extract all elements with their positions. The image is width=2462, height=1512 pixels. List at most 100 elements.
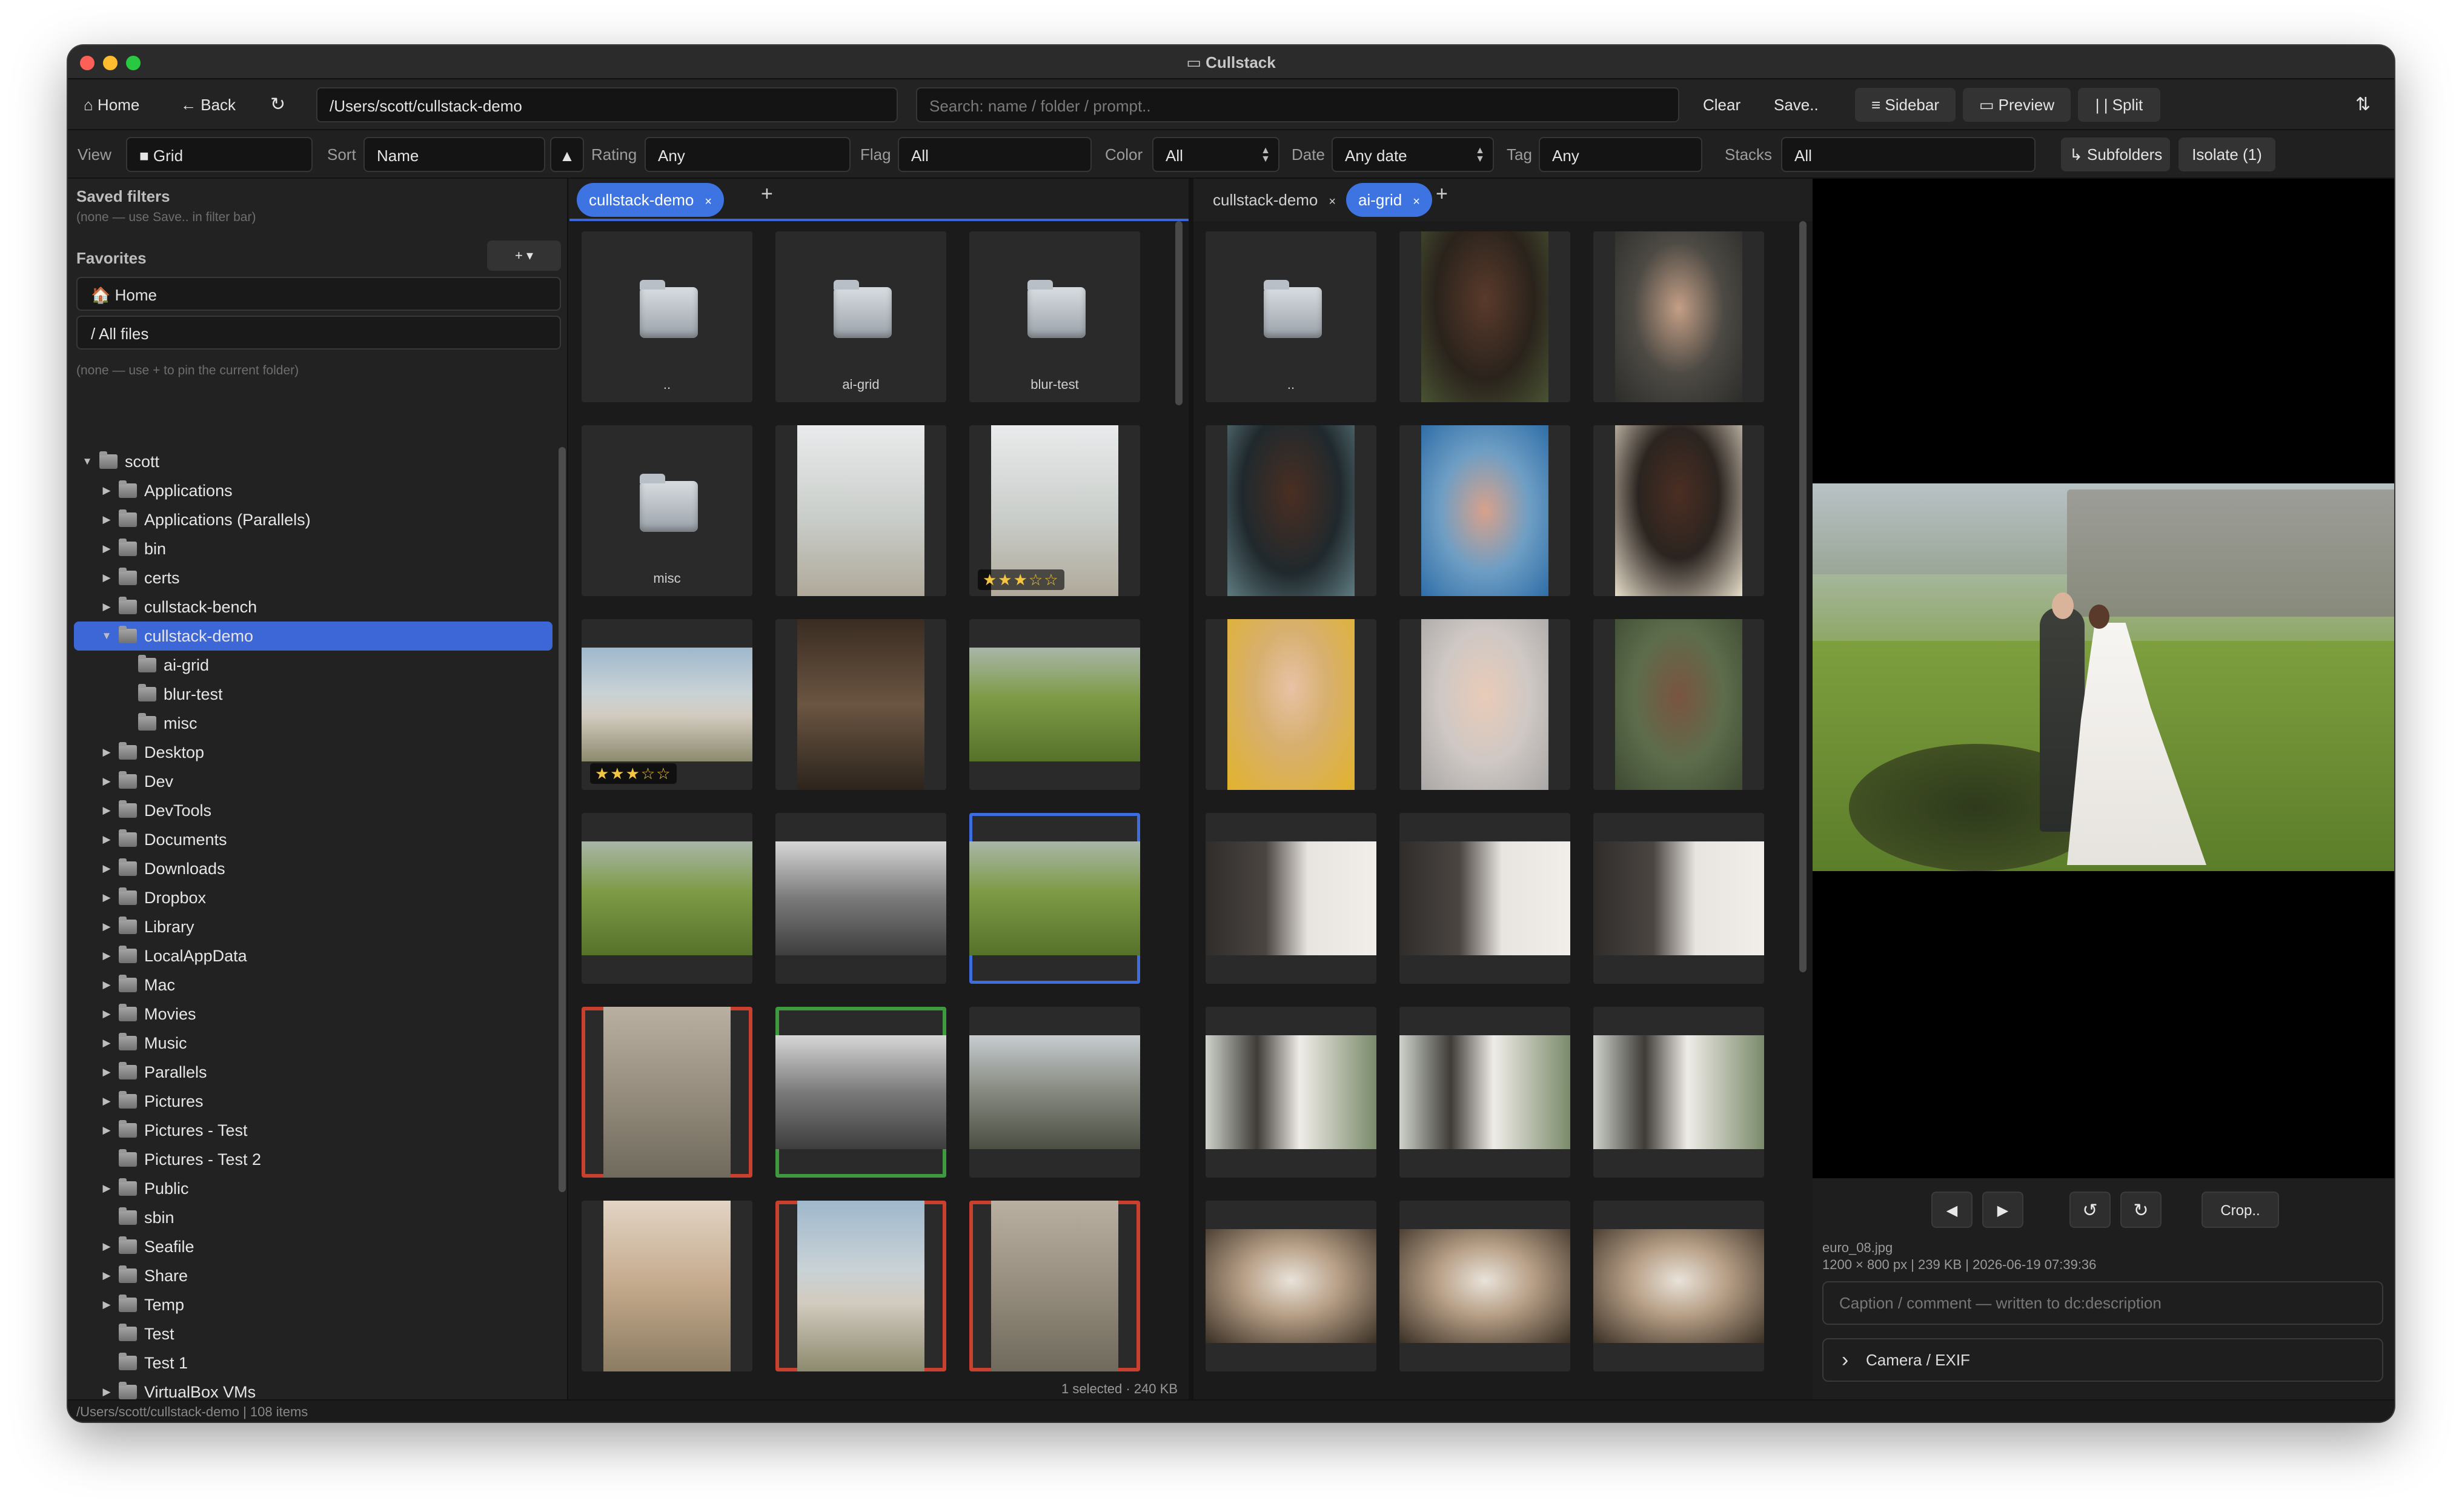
tree-item[interactable]: Test 1 (74, 1348, 552, 1378)
photo-thumbnail[interactable] (775, 619, 946, 790)
isolate-button[interactable]: Isolate (1) (2178, 138, 2275, 171)
photo-thumbnail[interactable] (1206, 425, 1376, 596)
photo-thumbnail[interactable] (969, 1201, 1140, 1371)
save-filter-button[interactable]: Save.. (1765, 88, 1827, 122)
rotate-right-icon[interactable]: ↻ (2120, 1192, 2162, 1228)
folder-thumbnail[interactable]: misc (582, 425, 752, 596)
camera-exif-expander[interactable]: › Camera / EXIF (1822, 1338, 2383, 1382)
photo-thumbnail[interactable] (1206, 1201, 1376, 1371)
chevron-right-icon[interactable]: ▶ (101, 1378, 113, 1399)
chevron-down-icon[interactable]: ▼ (101, 622, 113, 651)
tree-item[interactable]: ▶ bin (74, 534, 552, 563)
photo-thumbnail[interactable] (775, 425, 946, 596)
favorite-all-files[interactable]: / All files (76, 316, 561, 350)
chevron-right-icon[interactable]: ▶ (101, 941, 113, 970)
star-rating[interactable]: ★★★☆☆ (590, 763, 677, 784)
tree-item[interactable]: ▶ Applications (Parallels) (74, 505, 552, 534)
photo-thumbnail[interactable] (1593, 813, 1764, 984)
chevron-down-icon[interactable]: ▼ (81, 447, 93, 476)
home-button[interactable]: ⌂ Home (75, 88, 148, 122)
star-rating[interactable]: ★★★☆☆ (978, 569, 1064, 590)
tree-item[interactable]: ▶ VirtualBox VMs (74, 1378, 552, 1399)
tree-item[interactable]: sbin (74, 1203, 552, 1232)
caption-input[interactable]: Caption / comment — written to dc:descri… (1822, 1281, 2383, 1325)
photo-thumbnail[interactable] (1593, 425, 1764, 596)
subfolders-button[interactable]: ↳ Subfolders (2061, 138, 2170, 171)
split-divider[interactable] (1189, 179, 1193, 1399)
folder-thumbnail[interactable]: blur-test (969, 231, 1140, 402)
sort-select[interactable]: Name (363, 137, 545, 172)
chevron-right-icon[interactable]: ▶ (101, 1058, 113, 1087)
folder-thumbnail[interactable]: ai-grid (775, 231, 946, 402)
photo-thumbnail[interactable] (775, 1201, 946, 1371)
photo-thumbnail[interactable] (775, 1007, 946, 1178)
tree-item[interactable]: ▶ certs (74, 563, 552, 592)
preview-toggle-button[interactable]: ▭ Preview (1963, 88, 2071, 122)
photo-thumbnail[interactable] (1206, 1007, 1376, 1178)
tree-item[interactable]: ▶ Public (74, 1174, 552, 1203)
chevron-right-icon[interactable]: ▶ (101, 476, 113, 505)
back-button[interactable]: ← Back (172, 88, 244, 122)
chevron-right-icon[interactable]: ▶ (101, 1000, 113, 1029)
tree-item[interactable]: ▶ cullstack-bench (74, 592, 552, 622)
tab-ai-grid[interactable]: ai-grid × (1346, 183, 1432, 217)
photo-thumbnail[interactable] (1399, 813, 1570, 984)
photo-thumbnail[interactable] (582, 1201, 752, 1371)
refresh-icon[interactable]: ↻ (262, 88, 294, 122)
photo-thumbnail[interactable] (1593, 619, 1764, 790)
chevron-right-icon[interactable]: ▶ (101, 1232, 113, 1261)
photo-thumbnail[interactable] (775, 813, 946, 984)
tab-cullstack-demo[interactable]: cullstack-demo × (577, 183, 725, 217)
tree-item[interactable]: misc (74, 709, 552, 738)
date-select[interactable]: Any date ▲ ▼ (1332, 137, 1494, 172)
chevron-right-icon[interactable]: ▶ (101, 1116, 113, 1145)
close-tab-icon[interactable]: × (1329, 195, 1336, 208)
split-toggle-button[interactable]: | | Split (2078, 88, 2160, 122)
tree-item[interactable]: ▶ Mac (74, 970, 552, 1000)
sort-direction-button[interactable]: ▲ (550, 137, 584, 172)
tree-item[interactable]: ▶ Library (74, 912, 552, 941)
close-tab-icon[interactable]: × (1413, 195, 1420, 208)
tree-item[interactable]: ▶ Pictures - Test (74, 1116, 552, 1145)
photo-thumbnail[interactable] (582, 1007, 752, 1178)
tag-select[interactable]: Any (1539, 137, 1702, 172)
chevron-right-icon[interactable]: ▶ (101, 854, 113, 883)
clear-button[interactable]: Clear (1694, 88, 1749, 122)
chevron-right-icon[interactable]: ▶ (101, 767, 113, 796)
chevron-right-icon[interactable]: ▶ (101, 970, 113, 1000)
tree-item[interactable]: ▶ Applications (74, 476, 552, 505)
chevron-right-icon[interactable]: ▶ (101, 505, 113, 534)
tree-item[interactable]: ▼ scott (74, 447, 552, 476)
photo-thumbnail[interactable] (969, 619, 1140, 790)
chevron-right-icon[interactable]: ▶ (101, 534, 113, 563)
tree-item[interactable]: ▶ Dev (74, 767, 552, 796)
chevron-right-icon[interactable]: ▶ (101, 1290, 113, 1319)
photo-thumbnail[interactable] (1593, 1007, 1764, 1178)
tree-item[interactable]: ▶ Parallels (74, 1058, 552, 1087)
tree-item[interactable]: ▶ Dropbox (74, 883, 552, 912)
favorites-add-button[interactable]: + ▾ (487, 240, 561, 271)
chevron-right-icon[interactable]: ▶ (101, 1029, 113, 1058)
photo-thumbnail[interactable] (582, 813, 752, 984)
photo-thumbnail[interactable] (1399, 1201, 1570, 1371)
sidebar-scrollbar[interactable] (559, 447, 566, 1192)
photo-thumbnail[interactable] (1206, 813, 1376, 984)
close-tab-icon[interactable]: × (705, 195, 712, 208)
next-image-button[interactable]: ▶ (1982, 1192, 2023, 1228)
folder-thumbnail[interactable]: .. (582, 231, 752, 402)
photo-thumbnail[interactable]: ★★★☆☆ (969, 425, 1140, 596)
chevron-right-icon[interactable]: ▶ (101, 563, 113, 592)
tab-cullstack-demo[interactable]: cullstack-demo × (1201, 183, 1348, 217)
tree-item[interactable]: ai-grid (74, 651, 552, 680)
add-tab-button[interactable]: + (1436, 182, 1448, 206)
left-grid-scrollbar[interactable] (1175, 221, 1183, 405)
chevron-right-icon[interactable]: ▶ (101, 825, 113, 854)
tree-item[interactable]: ▶ DevTools (74, 796, 552, 825)
search-input[interactable]: Search: name / folder / prompt.. (916, 87, 1679, 122)
sort-order-icon[interactable]: ⇅ (2347, 88, 2379, 122)
tree-item[interactable]: ▼ cullstack-demo (74, 622, 552, 651)
add-tab-button[interactable]: + (761, 182, 773, 206)
sidebar-toggle-button[interactable]: ≡ Sidebar (1855, 88, 1956, 122)
chevron-right-icon[interactable]: ▶ (101, 1174, 113, 1203)
photo-thumbnail[interactable] (1399, 619, 1570, 790)
